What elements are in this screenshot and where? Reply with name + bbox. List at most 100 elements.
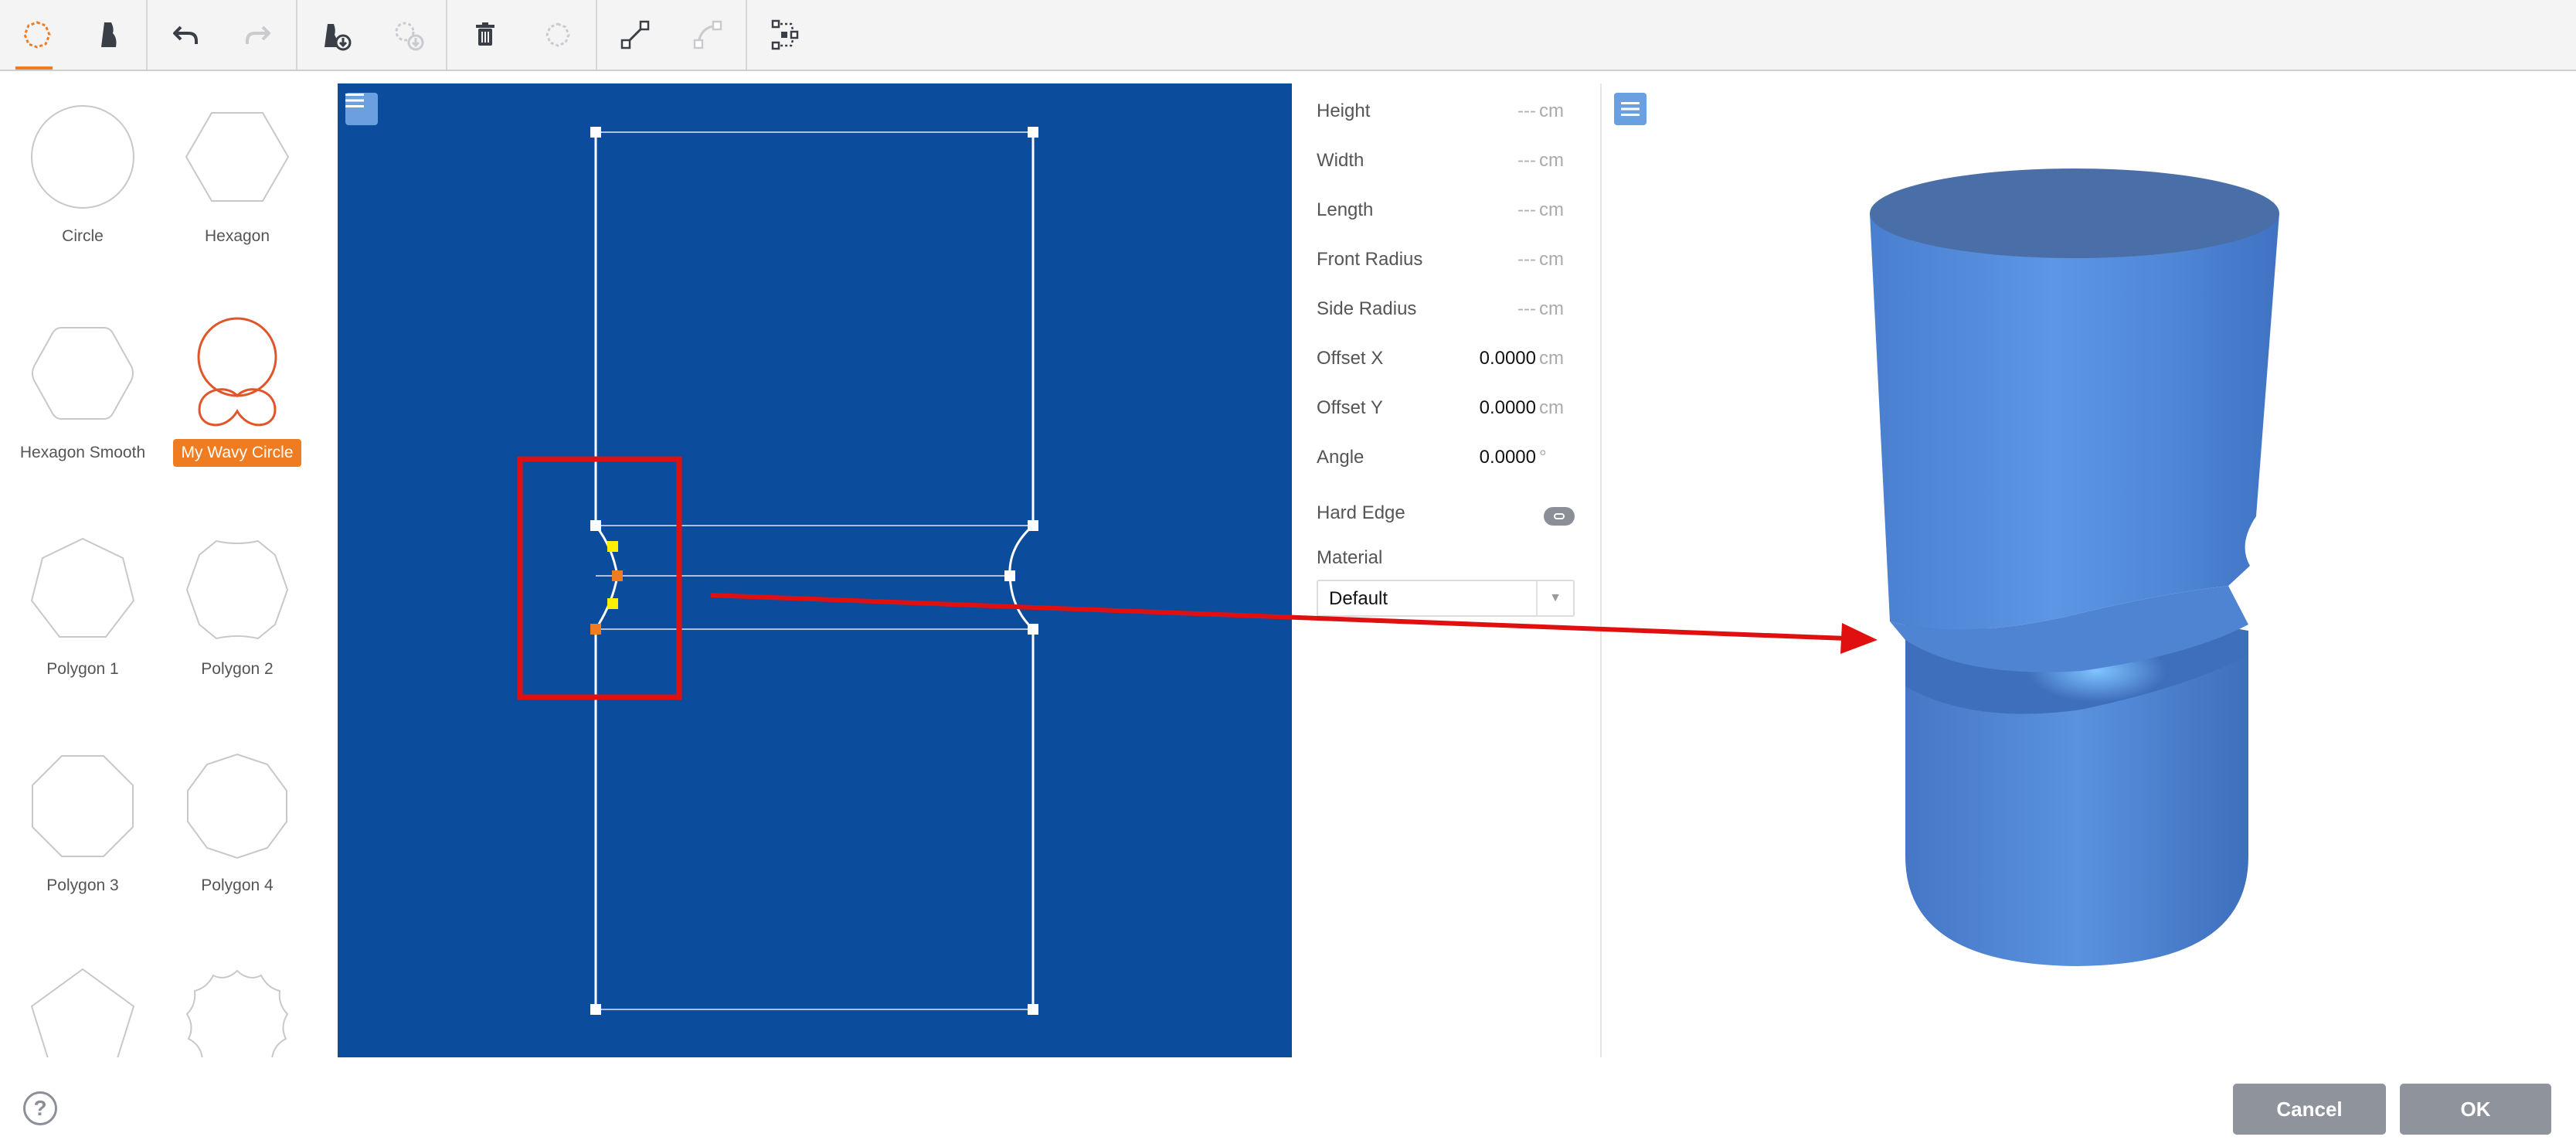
- wavy-shape-icon: [185, 969, 289, 1057]
- prop-width[interactable]: Width --- cm: [1317, 145, 1578, 176]
- delete-button[interactable]: [448, 0, 522, 70]
- prop-length[interactable]: Length --- cm: [1317, 195, 1578, 226]
- prop-value: ---: [1517, 298, 1536, 319]
- reset-shape-icon: [545, 22, 570, 47]
- toolbar-separator: [296, 0, 297, 70]
- selected-node-handle: [590, 624, 601, 635]
- shape-item-polygon-1[interactable]: Polygon 1: [5, 532, 160, 683]
- circle-shape-icon: [31, 105, 134, 209]
- shape-label: Polygon 1: [46, 660, 119, 678]
- prop-value: 0.0000: [1479, 348, 1536, 369]
- ok-button[interactable]: OK: [2400, 1084, 2551, 1135]
- prop-unit: cm: [1539, 249, 1564, 270]
- node-edit-button[interactable]: [748, 0, 822, 70]
- toolbar-separator: [596, 0, 597, 70]
- chevron-down-icon: ▼: [1536, 581, 1573, 615]
- prop-unit: cm: [1539, 397, 1564, 418]
- prop-unit: °: [1539, 447, 1547, 468]
- node-handle: [1028, 624, 1038, 635]
- menu-icon: [345, 94, 364, 107]
- editor-menu-button[interactable]: [345, 93, 378, 125]
- shape-item-polygon-3[interactable]: Polygon 3: [5, 748, 160, 900]
- prop-label: Offset Y: [1317, 397, 1383, 418]
- hexagon-shape-icon: [185, 112, 290, 202]
- curve-segment-icon: [693, 20, 722, 49]
- toolbar-separator: [446, 0, 447, 70]
- 3d-preview[interactable]: [1602, 83, 2576, 1057]
- prop-label: Side Radius: [1317, 298, 1417, 319]
- corner-handle: [590, 127, 601, 138]
- import-shape-button[interactable]: [371, 0, 445, 70]
- shape-item-hexagon[interactable]: Hexagon: [160, 99, 314, 250]
- shape-item-wavy[interactable]: [160, 965, 314, 1057]
- shape-item-polygon-4[interactable]: Polygon 4: [160, 748, 314, 900]
- shape-label: Hexagon: [204, 227, 270, 245]
- profile-editor-canvas[interactable]: [338, 83, 1292, 1057]
- shape-label-selected: My Wavy Circle: [173, 439, 301, 467]
- help-icon: ?: [33, 1096, 47, 1120]
- pentagon-shape-icon: [30, 968, 135, 1057]
- material-select[interactable]: Default ▼: [1317, 580, 1575, 617]
- prop-unit: cm: [1539, 150, 1564, 171]
- undo-icon: [173, 26, 198, 44]
- prop-value: 0.0000: [1479, 447, 1536, 468]
- active-tab-indicator: [15, 66, 53, 70]
- shape-label: Polygon 2: [201, 660, 274, 678]
- undo-button[interactable]: [148, 0, 223, 70]
- prop-offset-x[interactable]: Offset X 0.0000 cm: [1317, 343, 1578, 374]
- prop-label: Material: [1317, 547, 1383, 568]
- prop-offset-y[interactable]: Offset Y 0.0000 cm: [1317, 393, 1578, 424]
- prop-unit: cm: [1539, 100, 1564, 121]
- line-segment-button[interactable]: [598, 0, 672, 70]
- import-profile-icon: [325, 24, 352, 51]
- polygon-3-shape-icon: [32, 755, 134, 857]
- wavy-circle-shape-icon: [197, 317, 277, 427]
- help-button[interactable]: ?: [23, 1091, 57, 1125]
- cancel-button[interactable]: Cancel: [2233, 1084, 2386, 1135]
- prop-side-radius[interactable]: Side Radius --- cm: [1317, 294, 1578, 325]
- prop-label: Angle: [1317, 447, 1364, 468]
- material-selected-value: Default: [1329, 588, 1388, 609]
- selected-node-handle: [612, 570, 623, 581]
- shape-item-hexagon-smooth[interactable]: Hexagon Smooth: [5, 315, 160, 467]
- node-edit-icon: [771, 19, 799, 50]
- redo-button[interactable]: [221, 0, 295, 70]
- import-profile-button[interactable]: [298, 0, 372, 70]
- prop-value: ---: [1517, 249, 1536, 270]
- prop-material: Material: [1317, 543, 1578, 574]
- shape-outline-icon: [23, 21, 51, 49]
- reset-shape-button[interactable]: [521, 0, 595, 70]
- profile-icon: [101, 22, 117, 48]
- corner-handle: [590, 1004, 601, 1015]
- properties-panel: Height --- cm Width --- cm Length --- cm…: [1313, 83, 1576, 625]
- prop-label: Hard Edge: [1317, 502, 1405, 523]
- prop-unit: cm: [1539, 298, 1564, 319]
- toolbar-separator: [746, 0, 747, 70]
- polygon-4-shape-icon: [187, 753, 287, 859]
- trash-icon: [476, 22, 494, 46]
- curve-segment-button[interactable]: [671, 0, 745, 70]
- shape-label: Polygon 4: [201, 876, 274, 894]
- prop-label: Length: [1317, 199, 1374, 220]
- node-handle: [1028, 520, 1038, 531]
- prop-height[interactable]: Height --- cm: [1317, 96, 1578, 127]
- model-top-cap: [1870, 168, 2279, 258]
- panel-divider: [1600, 83, 1602, 1057]
- corner-handle: [1028, 1004, 1038, 1015]
- prop-angle[interactable]: Angle 0.0000 °: [1317, 442, 1578, 473]
- shape-outline-button[interactable]: [0, 0, 74, 70]
- shape-item-my-wavy-circle[interactable]: My Wavy Circle: [160, 315, 314, 467]
- node-handle: [590, 520, 601, 531]
- shape-item-circle[interactable]: Circle: [5, 99, 160, 250]
- prop-label: Width: [1317, 150, 1364, 171]
- control-point-handle: [607, 598, 618, 609]
- hard-edge-toggle[interactable]: [1544, 507, 1575, 526]
- profile-button[interactable]: [71, 0, 145, 70]
- prop-value: ---: [1517, 199, 1536, 220]
- shape-library: Circle Hexagon Hexagon Smooth My Wavy Ci…: [0, 71, 325, 1057]
- shape-item-polygon-2[interactable]: Polygon 2: [160, 532, 314, 683]
- toolbar: [0, 0, 2576, 71]
- prop-label: Height: [1317, 100, 1371, 121]
- prop-front-radius[interactable]: Front Radius --- cm: [1317, 244, 1578, 275]
- shape-item-pentagon[interactable]: [5, 965, 160, 1057]
